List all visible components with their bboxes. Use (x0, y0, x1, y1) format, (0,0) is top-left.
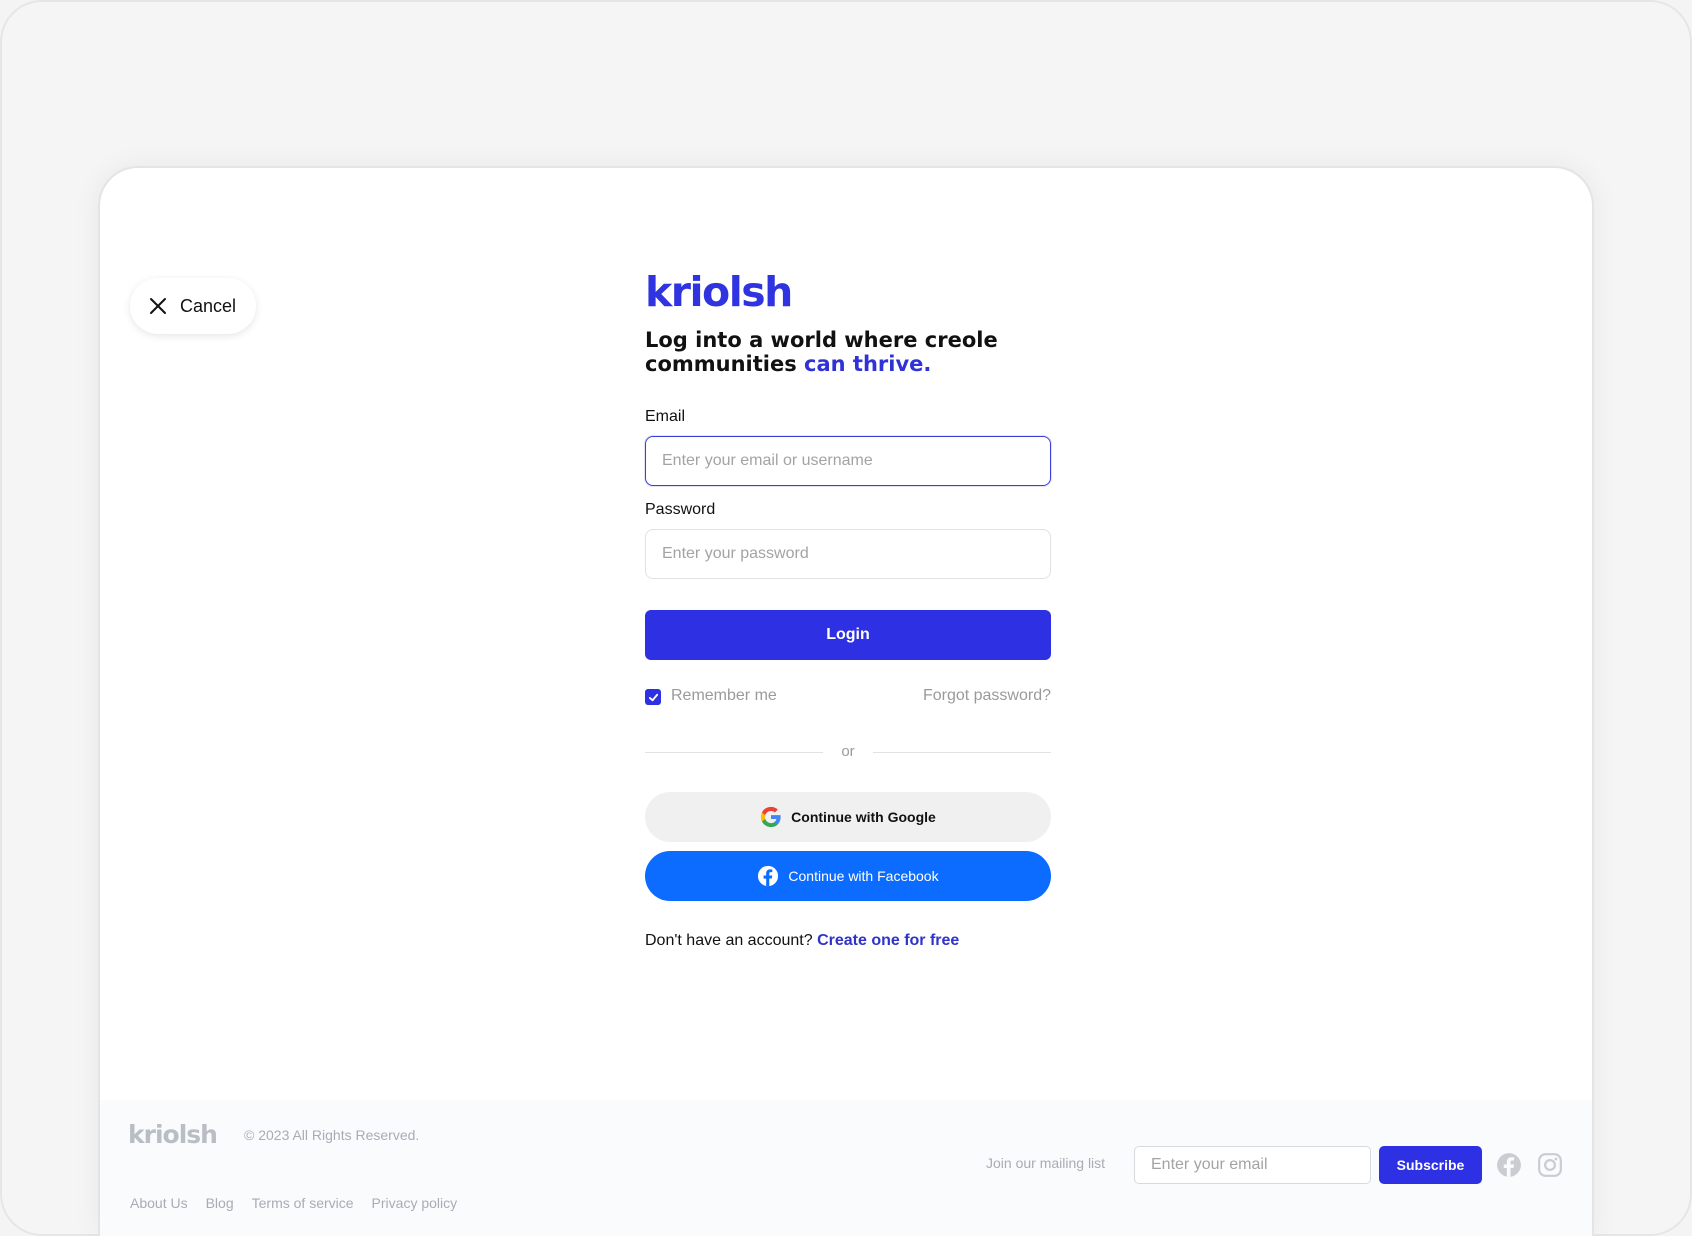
headline-accent: can thrive. (804, 352, 932, 376)
footer-link-privacy[interactable]: Privacy policy (372, 1195, 458, 1211)
subscribe-button[interactable]: Subscribe (1379, 1146, 1482, 1184)
footer: kriolsh © 2023 All Rights Reserved. Abou… (100, 1100, 1592, 1236)
continue-facebook-button[interactable]: Continue with Facebook (645, 851, 1051, 901)
password-label: Password (645, 501, 716, 518)
remember-label: Remember me (671, 687, 777, 704)
cancel-label: Cancel (180, 295, 237, 316)
login-screen: Cancel kriolsh Log into a world where cr… (98, 166, 1594, 1236)
remember-row: Remember me Forgot password? (645, 686, 1051, 708)
footer-links: About Us Blog Terms of service Privacy p… (130, 1195, 457, 1211)
forgot-password-link[interactable]: Forgot password? (923, 687, 1051, 705)
footer-link-blog[interactable]: Blog (206, 1195, 234, 1211)
close-icon (150, 298, 166, 314)
divider-line-right (873, 752, 1051, 753)
remember-checkbox[interactable] (645, 689, 661, 705)
facebook-icon[interactable] (1496, 1152, 1522, 1178)
cancel-button[interactable]: Cancel (130, 278, 256, 334)
mailing-list-label: Join our mailing list (986, 1155, 1106, 1171)
login-button[interactable]: Login (645, 610, 1051, 660)
password-field[interactable] (645, 529, 1051, 579)
facebook-label: Continue with Facebook (788, 868, 939, 884)
email-label: Email (645, 408, 686, 425)
continue-google-button[interactable]: Continue with Google (645, 792, 1051, 842)
google-icon (761, 806, 781, 828)
mailing-email-input[interactable] (1134, 1146, 1371, 1184)
footer-logo: kriolsh (128, 1120, 218, 1149)
brand-logo: kriolsh (645, 268, 793, 316)
copyright-text: © 2023 All Rights Reserved. (244, 1127, 420, 1143)
google-label: Continue with Google (791, 809, 936, 825)
facebook-icon (758, 865, 779, 887)
create-account-link[interactable]: Create one for free (817, 932, 959, 949)
page-headline: Log into a world where creole communitie… (645, 328, 1051, 376)
check-icon (648, 693, 658, 701)
instagram-icon[interactable] (1537, 1152, 1563, 1178)
signup-row: Don't have an account? Create one for fr… (645, 932, 959, 950)
footer-link-about[interactable]: About Us (130, 1195, 188, 1211)
email-field[interactable] (645, 436, 1051, 486)
signup-prompt: Don't have an account? (645, 932, 818, 949)
footer-link-terms[interactable]: Terms of service (252, 1195, 354, 1211)
or-divider: or (645, 742, 1051, 762)
